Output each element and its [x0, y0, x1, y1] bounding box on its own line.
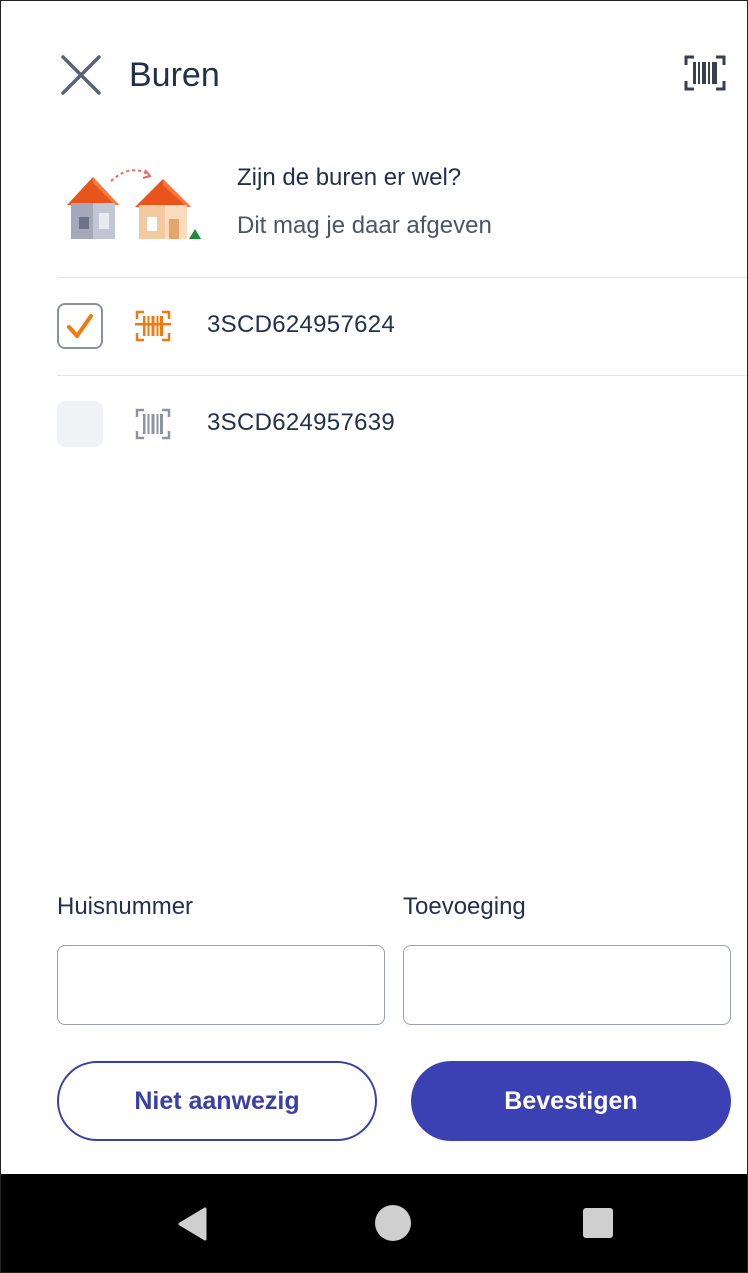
page-title: Buren [129, 56, 220, 94]
parcel-code: 3SCD624957639 [207, 409, 396, 436]
addition-input[interactable] [403, 945, 731, 1025]
barcode-icon [135, 408, 171, 440]
close-button[interactable] [59, 53, 103, 97]
parcel-row[interactable]: 3SCD624957639 [57, 395, 747, 455]
neighbour-houses-illustration [67, 169, 201, 239]
parcel-checkbox[interactable] [57, 303, 103, 349]
parcel-checkbox[interactable] [57, 401, 103, 447]
addition-label: Toevoeging [403, 893, 526, 920]
info-subtitle: Dit mag je daar afgeven [237, 212, 492, 239]
barcode-scan-icon [684, 55, 726, 91]
parcel-code: 3SCD624957624 [207, 311, 396, 338]
barcode-icon [135, 310, 171, 342]
system-navigation-bar [1, 1174, 747, 1272]
house-number-label: Huisnummer [57, 893, 194, 920]
checkmark-icon [67, 314, 93, 338]
home-icon[interactable] [375, 1205, 411, 1241]
house-number-input[interactable] [57, 945, 385, 1025]
confirm-button[interactable]: Bevestigen [411, 1061, 731, 1141]
recent-apps-icon[interactable] [583, 1208, 613, 1238]
divider [57, 375, 747, 376]
info-title: Zijn de buren er wel? [237, 164, 462, 191]
not-present-button[interactable]: Niet aanwezig [57, 1061, 377, 1141]
back-icon[interactable] [177, 1207, 207, 1241]
close-icon [61, 55, 101, 95]
divider [57, 277, 747, 278]
scan-barcode-button[interactable] [683, 53, 727, 93]
parcel-row[interactable]: 3SCD624957624 [57, 297, 747, 357]
screen: Buren Zijn de buren er wel? Dit mag je d… [0, 0, 748, 1273]
